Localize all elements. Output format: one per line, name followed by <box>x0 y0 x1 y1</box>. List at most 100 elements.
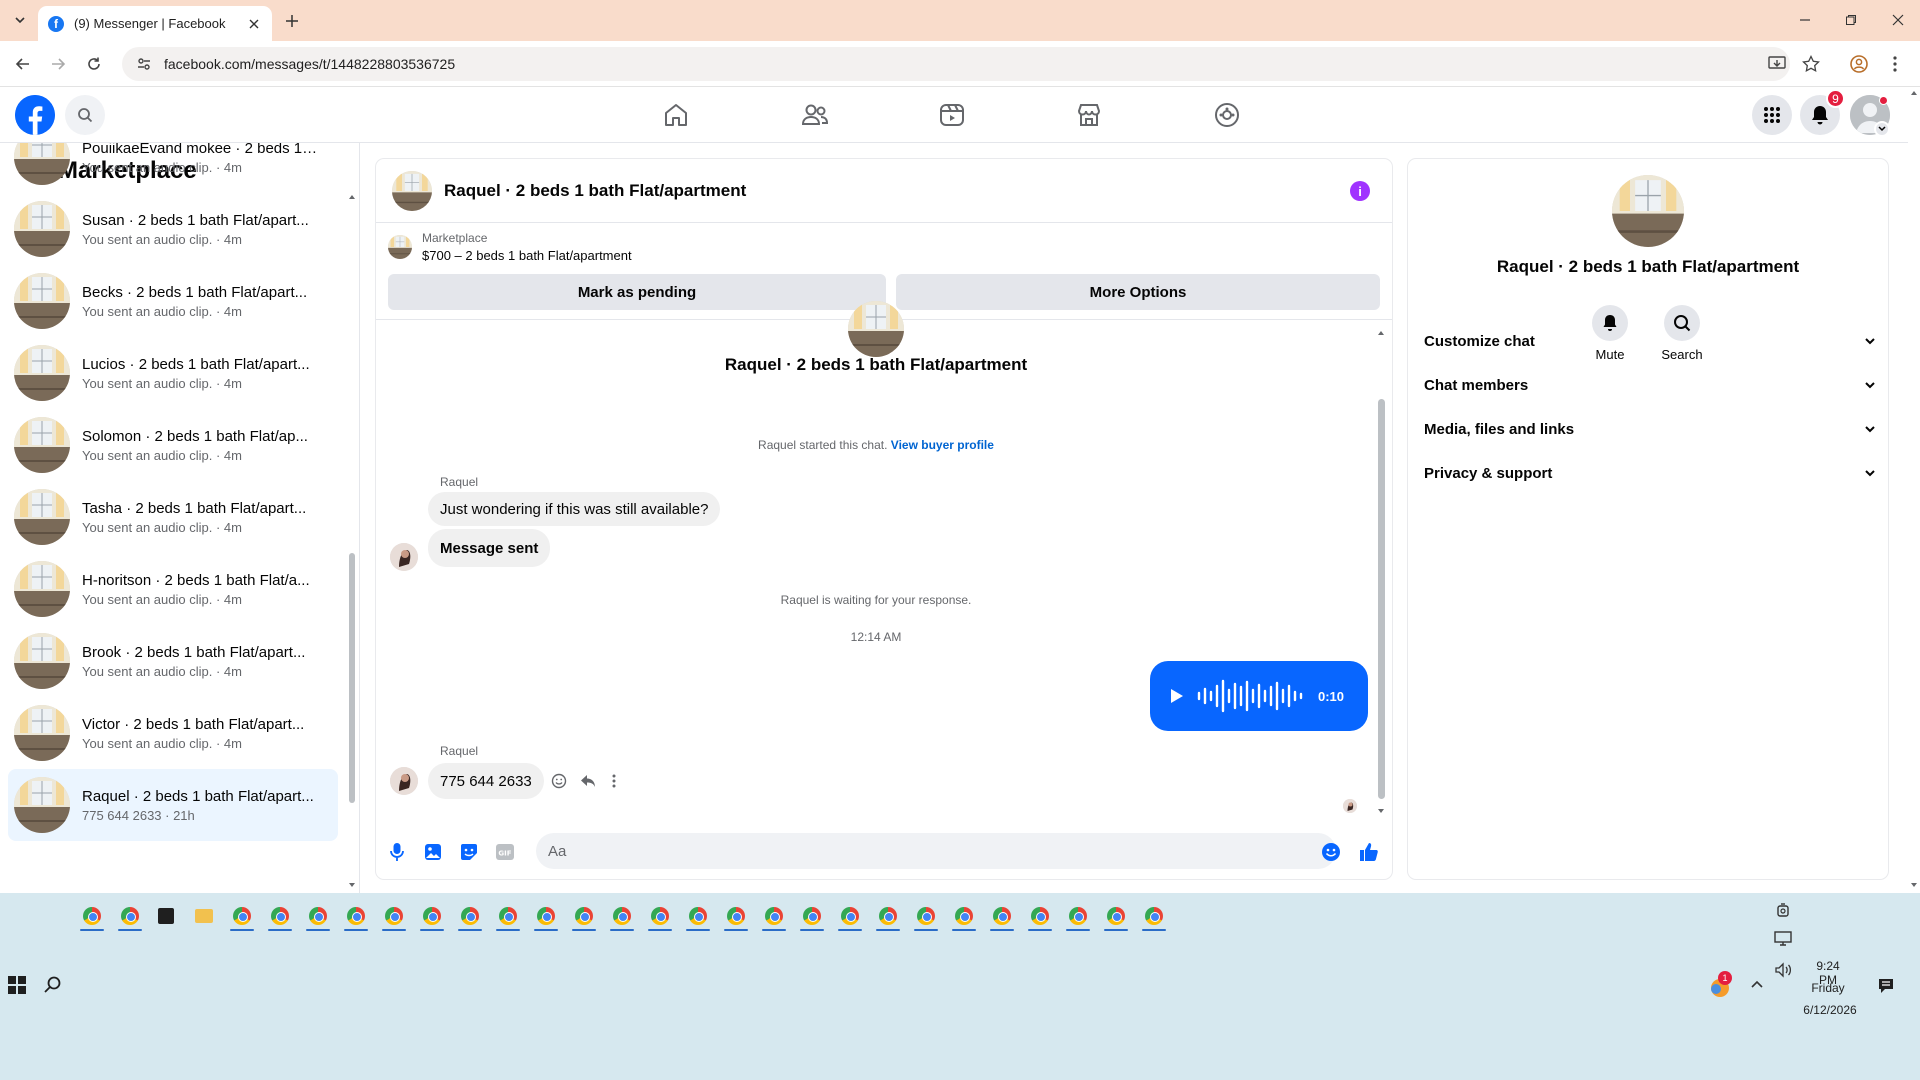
chat-title[interactable]: Raquel · 2 beds 1 bath Flat/apartment <box>444 181 746 201</box>
more-actions-icon[interactable] <box>603 770 625 792</box>
browser-menu-icon[interactable] <box>1883 52 1907 76</box>
taskbar-app-icon[interactable] <box>836 903 864 931</box>
outgoing-audio-message[interactable]: 0:10 <box>1150 661 1368 731</box>
chat-scrollbar-thumb[interactable] <box>1378 399 1385 799</box>
close-tab-icon[interactable] <box>246 16 262 32</box>
page-scrollbar[interactable] <box>1908 87 1920 893</box>
action-center-icon[interactable] <box>1877 977 1895 995</box>
taskbar-app-icon[interactable] <box>684 903 712 931</box>
play-icon[interactable] <box>1170 688 1184 704</box>
microphone-icon[interactable] <box>386 841 408 863</box>
taskbar-app-icon[interactable] <box>1140 903 1168 931</box>
volume-icon[interactable] <box>1774 962 1792 978</box>
new-tab-icon[interactable] <box>281 10 303 32</box>
taskbar-app-icon[interactable] <box>78 903 106 931</box>
conversation-item[interactable]: PouiikaeEvand mokee · 2 beds 1 b... You s… <box>8 143 338 193</box>
taskbar-app-icon[interactable] <box>1102 903 1130 931</box>
taskbar-app-icon[interactable] <box>988 903 1016 931</box>
gaming-icon[interactable] <box>1211 99 1243 131</box>
reply-icon[interactable] <box>577 770 599 792</box>
incoming-message[interactable]: Just wondering if this was still availab… <box>428 492 721 526</box>
taskbar-app-icon[interactable] <box>950 903 978 931</box>
taskbar-app-icon[interactable] <box>874 903 902 931</box>
minimize-icon[interactable] <box>1790 8 1820 32</box>
clock-date[interactable]: 6/12/2026 <box>1798 1003 1862 1017</box>
taskbar-app-icon[interactable] <box>494 903 522 931</box>
taskbar-app-icon[interactable] <box>798 903 826 931</box>
friends-icon[interactable] <box>799 99 831 131</box>
sidebar-scrollbar-thumb[interactable] <box>349 553 355 803</box>
facebook-search-button[interactable] <box>65 95 105 135</box>
sticker-icon[interactable] <box>458 841 480 863</box>
conversation-item[interactable]: Solomon · 2 beds 1 bath Flat/ap... You se… <box>8 409 338 481</box>
taskbar-app-icon[interactable] <box>1064 903 1092 931</box>
url-field[interactable]: facebook.com/messages/t/1448228803536725 <box>122 47 1790 81</box>
taskbar-app-icon[interactable] <box>418 903 446 931</box>
marketplace-icon[interactable] <box>1073 99 1105 131</box>
taskbar-app-icon[interactable] <box>456 903 484 931</box>
thumbs-up-icon[interactable] <box>1358 841 1380 863</box>
menu-grid-icon[interactable] <box>1752 95 1792 135</box>
site-info-icon[interactable] <box>136 56 152 72</box>
conversation-item[interactable]: Brook · 2 beds 1 bath Flat/apart... You s… <box>8 625 338 697</box>
taskbar-app-icon[interactable] <box>912 903 940 931</box>
taskbar-app-icon[interactable] <box>116 903 144 931</box>
message-input[interactable] <box>536 833 1336 869</box>
taskbar-app-icon[interactable] <box>608 903 636 931</box>
facebook-logo-icon[interactable] <box>15 95 55 135</box>
browser-tab-active[interactable]: f (9) Messenger | Facebook <box>38 6 272 41</box>
gif-icon[interactable]: GIF <box>494 841 516 863</box>
chat-members-row[interactable]: Chat members <box>1424 365 1876 405</box>
conversation-item[interactable]: Tasha · 2 beds 1 bath Flat/apart... You s… <box>8 481 338 553</box>
clock-day[interactable]: Friday <box>1808 981 1848 995</box>
profile-icon[interactable] <box>1847 52 1871 76</box>
close-window-icon[interactable] <box>1883 8 1913 32</box>
forward-arrow-icon[interactable] <box>46 52 70 76</box>
photo-icon[interactable] <box>422 841 444 863</box>
emoji-icon[interactable] <box>1320 841 1342 863</box>
more-options-button[interactable]: More Options <box>896 274 1380 310</box>
home-icon[interactable] <box>660 99 692 131</box>
view-buyer-profile-link[interactable]: View buyer profile <box>891 438 994 452</box>
details-avatar[interactable] <box>1612 175 1684 247</box>
privacy-support-row[interactable]: Privacy & support <box>1424 453 1876 493</box>
video-icon[interactable] <box>936 99 968 131</box>
taskbar-app-icon[interactable] <box>266 903 294 931</box>
windows-start-icon[interactable] <box>8 976 26 994</box>
react-emoji-icon[interactable] <box>548 770 570 792</box>
back-arrow-icon[interactable] <box>11 52 35 76</box>
reload-icon[interactable] <box>82 52 106 76</box>
taskbar-app-icon[interactable] <box>380 903 408 931</box>
mark-as-pending-button[interactable]: Mark as pending <box>388 274 886 310</box>
incoming-message[interactable]: 775 644 2633 <box>428 763 544 799</box>
chat-header-avatar[interactable] <box>392 171 432 211</box>
restore-icon[interactable] <box>1836 8 1866 32</box>
media-files-links-row[interactable]: Media, files and links <box>1424 409 1876 449</box>
install-app-icon[interactable] <box>1765 52 1789 76</box>
incoming-message[interactable]: Message sent <box>428 529 551 567</box>
taskbar-app-icon[interactable] <box>532 903 560 931</box>
taskbar-app-icon[interactable] <box>570 903 598 931</box>
conversation-item[interactable]: Lucios · 2 beds 1 bath Flat/apart... You … <box>8 337 338 409</box>
taskbar-app-icon[interactable] <box>152 903 180 929</box>
taskbar-app-icon[interactable] <box>342 903 370 931</box>
conversation-item[interactable]: H-noritson · 2 beds 1 bath Flat/a... You … <box>8 553 338 625</box>
conversation-item[interactable]: Raquel · 2 beds 1 bath Flat/apart... 775 … <box>8 769 338 841</box>
bookmark-star-icon[interactable] <box>1799 52 1823 76</box>
sender-avatar[interactable] <box>390 767 418 795</box>
conversation-item[interactable]: Becks · 2 beds 1 bath Flat/apart... You s… <box>8 265 338 337</box>
listing-summary[interactable]: Marketplace $700 – 2 beds 1 bath Flat/ap… <box>388 231 632 263</box>
conversation-item[interactable]: Susan · 2 beds 1 bath Flat/apart... You s… <box>8 193 338 265</box>
taskbar-search-icon[interactable] <box>44 976 62 994</box>
sender-avatar[interactable] <box>390 543 418 571</box>
display-icon[interactable] <box>1774 931 1792 947</box>
taskbar-app-icon[interactable] <box>190 903 218 929</box>
taskbar-app-icon[interactable] <box>228 903 256 931</box>
customize-chat-row[interactable]: Customize chat <box>1424 321 1876 361</box>
waveform-icon[interactable] <box>1196 676 1306 716</box>
conversation-item[interactable]: Victor · 2 beds 1 bath Flat/apart... You … <box>8 697 338 769</box>
account-chevron-icon[interactable] <box>1874 121 1890 137</box>
taskbar-app-icon[interactable] <box>646 903 674 931</box>
taskbar-app-icon[interactable] <box>760 903 788 931</box>
taskbar-app-icon[interactable] <box>304 903 332 931</box>
